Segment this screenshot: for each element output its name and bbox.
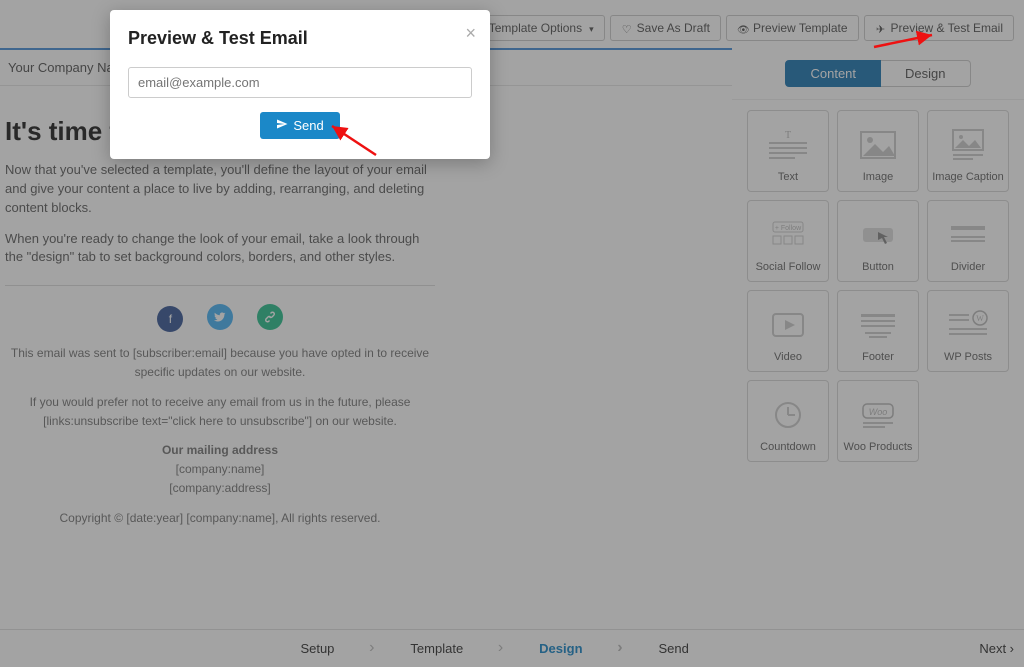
- paper-plane-icon: [276, 118, 288, 133]
- send-label: Send: [293, 118, 323, 133]
- modal-title: Preview & Test Email: [128, 28, 472, 49]
- test-email-input[interactable]: [128, 67, 472, 98]
- preview-test-modal: × Preview & Test Email Send: [110, 10, 490, 159]
- send-button[interactable]: Send: [260, 112, 339, 139]
- close-icon[interactable]: ×: [465, 24, 476, 42]
